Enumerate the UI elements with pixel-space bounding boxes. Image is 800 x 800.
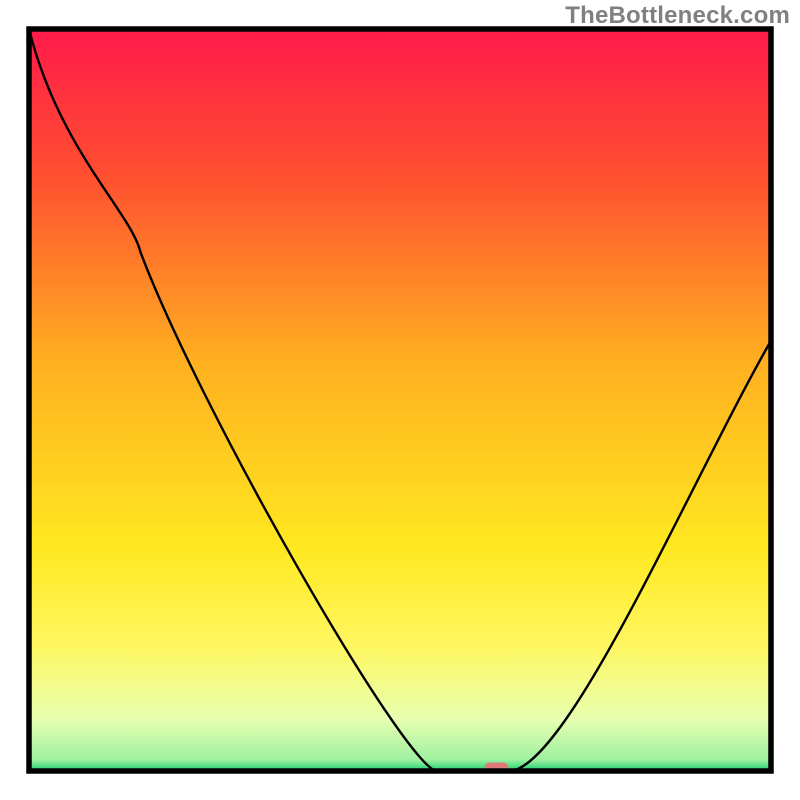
chart-background: [29, 29, 771, 771]
bottleneck-chart: [0, 0, 800, 800]
